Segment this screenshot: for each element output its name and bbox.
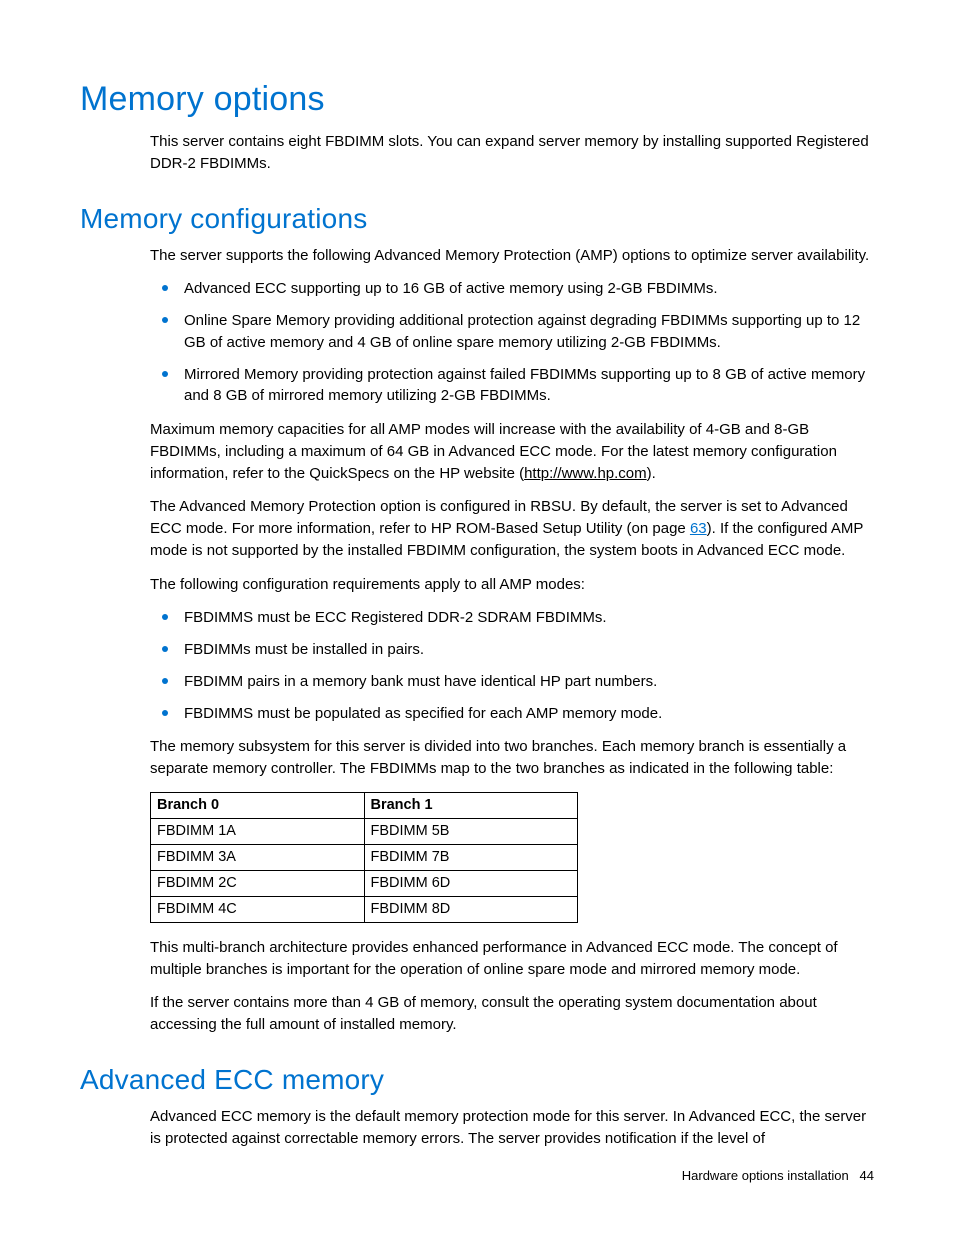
table-row: FBDIMM 2C FBDIMM 6D — [151, 870, 578, 896]
footer-section: Hardware options installation — [682, 1168, 849, 1183]
table-cell: FBDIMM 3A — [151, 844, 365, 870]
table-row: FBDIMM 4C FBDIMM 8D — [151, 896, 578, 922]
list-item: FBDIMMS must be populated as specified f… — [150, 703, 874, 725]
list-item: Online Spare Memory providing additional… — [150, 310, 874, 354]
bullet-list-2: FBDIMMS must be ECC Registered DDR-2 SDR… — [150, 607, 874, 724]
list-item: FBDIMMS must be ECC Registered DDR-2 SDR… — [150, 607, 874, 629]
table-cell: FBDIMM 4C — [151, 896, 365, 922]
paragraph: The following configuration requirements… — [150, 574, 874, 596]
footer-page-number: 44 — [860, 1168, 874, 1183]
list-item: Mirrored Memory providing protection aga… — [150, 364, 874, 408]
table-header: Branch 1 — [364, 792, 578, 818]
paragraph: The Advanced Memory Protection option is… — [150, 496, 874, 561]
table-cell: FBDIMM 8D — [364, 896, 578, 922]
paragraph: If the server contains more than 4 GB of… — [150, 992, 874, 1036]
table-cell: FBDIMM 2C — [151, 870, 365, 896]
page-footer: Hardware options installation 44 — [682, 1168, 874, 1183]
table-header: Branch 0 — [151, 792, 365, 818]
intro-text: This server contains eight FBDIMM slots.… — [150, 131, 874, 175]
table-row: FBDIMM 3A FBDIMM 7B — [151, 844, 578, 870]
hp-website-link[interactable]: http://www.hp.com — [524, 465, 647, 482]
page-title: Memory options — [80, 80, 874, 119]
paragraph: Advanced ECC memory is the default memor… — [150, 1106, 874, 1150]
table-cell: FBDIMM 7B — [364, 844, 578, 870]
paragraph: The memory subsystem for this server is … — [150, 736, 874, 780]
text-fragment: ). — [647, 465, 656, 482]
intro-block: This server contains eight FBDIMM slots.… — [150, 131, 874, 175]
table-header-row: Branch 0 Branch 1 — [151, 792, 578, 818]
list-item: FBDIMM pairs in a memory bank must have … — [150, 671, 874, 693]
page-ref-link[interactable]: 63 — [690, 520, 707, 537]
branch-table: Branch 0 Branch 1 FBDIMM 1A FBDIMM 5B FB… — [150, 792, 578, 923]
table-cell: FBDIMM 5B — [364, 818, 578, 844]
paragraph: The server supports the following Advanc… — [150, 245, 874, 267]
section-heading-ecc: Advanced ECC memory — [80, 1064, 874, 1096]
text-fragment: Maximum memory capacities for all AMP mo… — [150, 421, 837, 482]
list-item: FBDIMMs must be installed in pairs. — [150, 639, 874, 661]
section-heading-configs: Memory configurations — [80, 203, 874, 235]
paragraph: Maximum memory capacities for all AMP mo… — [150, 419, 874, 484]
list-item: Advanced ECC supporting up to 16 GB of a… — [150, 278, 874, 300]
document-page: Memory options This server contains eigh… — [0, 0, 954, 1235]
table-cell: FBDIMM 6D — [364, 870, 578, 896]
configs-body: The server supports the following Advanc… — [150, 245, 874, 1036]
table-row: FBDIMM 1A FBDIMM 5B — [151, 818, 578, 844]
paragraph: This multi-branch architecture provides … — [150, 937, 874, 981]
ecc-body: Advanced ECC memory is the default memor… — [150, 1106, 874, 1150]
bullet-list-1: Advanced ECC supporting up to 16 GB of a… — [150, 278, 874, 407]
table-cell: FBDIMM 1A — [151, 818, 365, 844]
